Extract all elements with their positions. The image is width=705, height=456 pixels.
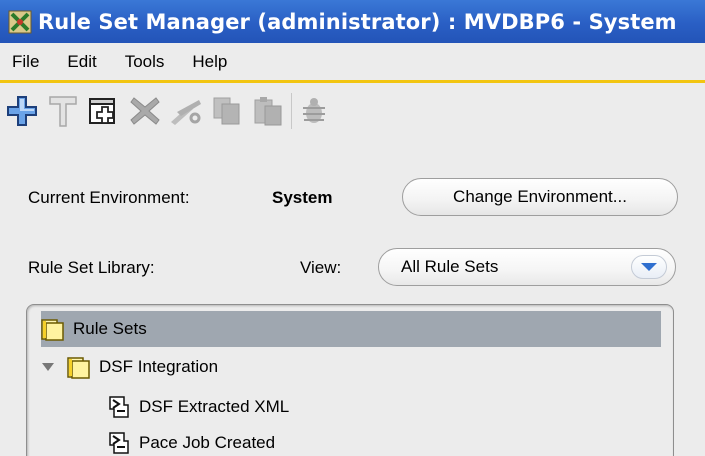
expand-arrow-icon[interactable] — [41, 360, 55, 374]
tree-item-pace-job-created[interactable]: Pace Job Created — [107, 425, 275, 456]
rule-script-icon — [109, 432, 129, 454]
paste-icon — [254, 97, 282, 126]
hammer-icon — [49, 96, 77, 127]
tree-label-pace-job-created: Pace Job Created — [139, 433, 276, 452]
tree-label-rule-sets: Rule Sets — [73, 319, 147, 338]
menu-help[interactable]: Help — [192, 52, 227, 72]
app-icon — [8, 10, 32, 33]
rule-script-icon — [109, 396, 129, 418]
tree-item-rule-sets[interactable]: Rule Sets — [41, 311, 661, 347]
cut-button[interactable] — [168, 90, 204, 132]
tree-item-dsf-extracted-xml[interactable]: DSF Extracted XML — [107, 389, 289, 425]
title-bar[interactable]: Rule Set Manager (administrator) : MVDBP… — [0, 0, 705, 43]
new-window-icon — [89, 98, 115, 124]
add-icon — [7, 96, 37, 126]
view-selected-value: All Rule Sets — [401, 257, 499, 276]
copy-icon — [213, 97, 240, 125]
chevron-down-icon — [641, 263, 657, 271]
debug-button[interactable] — [296, 90, 332, 132]
view-label: View: — [300, 258, 342, 277]
new-window-button[interactable] — [86, 90, 122, 132]
rule-set-tree[interactable]: Rule Sets DSF Integration DSF Extracted … — [26, 304, 674, 456]
menu-bar: File Edit Tools Help — [0, 43, 705, 83]
tree-label-dsf-integration: DSF Integration — [99, 357, 219, 376]
folder-icon — [67, 357, 90, 379]
menu-tools[interactable]: Tools — [125, 52, 165, 72]
rule-set-library-label: Rule Set Library: — [28, 258, 155, 277]
toolbar-separator — [291, 93, 292, 129]
hammer-button[interactable] — [45, 90, 81, 132]
view-dropdown-button[interactable] — [631, 255, 667, 279]
cut-icon — [171, 100, 201, 125]
tree-label-dsf-extracted-xml: DSF Extracted XML — [139, 397, 290, 416]
current-environment-value: System — [272, 188, 333, 207]
delete-icon — [130, 97, 160, 125]
paste-button[interactable] — [250, 90, 286, 132]
window-title: Rule Set Manager (administrator) : MVDBP… — [38, 9, 677, 34]
rule-set-manager-window: Rule Set Manager (administrator) : MVDBP… — [0, 0, 705, 456]
tree-item-dsf-integration[interactable]: DSF Integration — [41, 349, 218, 385]
toolbar — [0, 86, 705, 136]
menu-file[interactable]: File — [12, 52, 39, 72]
folder-icon — [41, 319, 64, 341]
change-environment-button[interactable]: Change Environment... — [402, 178, 678, 216]
view-select[interactable]: All Rule Sets — [378, 248, 676, 286]
current-environment-label: Current Environment: — [28, 188, 190, 207]
bug-icon — [303, 98, 325, 123]
add-button[interactable] — [4, 90, 40, 132]
menu-edit[interactable]: Edit — [67, 52, 96, 72]
copy-button[interactable] — [209, 90, 245, 132]
delete-button[interactable] — [127, 90, 163, 132]
